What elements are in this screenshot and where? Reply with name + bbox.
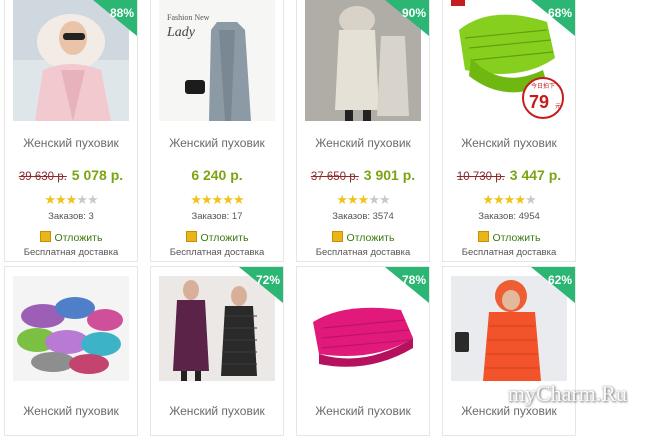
gift-icon: [331, 231, 343, 242]
rating-stars: ★★★★★: [482, 192, 536, 207]
product-title[interactable]: Женский пуховик: [5, 404, 137, 418]
wishlist-button[interactable]: Отложить: [151, 230, 283, 244]
promo-price: 79: [529, 92, 549, 112]
product-card[interactable]: 今日拍下 79 元 68% Женский пуховик 10 730 р. 3…: [442, 0, 576, 262]
current-price: 6 240 р.: [191, 167, 243, 183]
delivery-label: Бесплатная доставка: [315, 247, 411, 258]
current-price: 3 901 р.: [363, 167, 416, 183]
product-card[interactable]: Fashion New Lady Женский пуховик 6 240 р…: [150, 0, 284, 262]
price-line: 10 730 р. 3 447 р.: [443, 167, 575, 185]
discount-badge: 68%: [531, 0, 575, 36]
delivery-label: Бесплатная доставка: [461, 247, 557, 258]
rating-stars: ★★★★★: [336, 192, 390, 207]
gift-icon: [185, 231, 197, 242]
photo-caption: Fashion New: [167, 13, 210, 22]
wishlist-button[interactable]: Отложить: [297, 230, 429, 244]
rating-stars: ★★★★★: [44, 192, 98, 207]
product-photo[interactable]: Fashion New Lady: [159, 0, 275, 121]
discount-badge: 62%: [531, 267, 575, 303]
price-line: 39 630 р. 5 078 р.: [5, 167, 137, 185]
product-photo[interactable]: [13, 276, 129, 381]
wishlist-button[interactable]: Отложить: [443, 230, 575, 244]
promo-line: 今日拍下: [531, 82, 555, 90]
old-price: 37 650 р.: [310, 171, 359, 183]
orders-count: Заказов: 4954: [478, 211, 540, 222]
promo-unit: 元: [555, 103, 561, 110]
product-card[interactable]: 72% Женский пуховик: [150, 266, 284, 436]
photo-caption: Lady: [166, 25, 196, 40]
current-price: 5 078 р.: [71, 167, 124, 183]
product-card[interactable]: Женский пуховик: [4, 266, 138, 436]
product-title[interactable]: Женский пуховик: [297, 136, 429, 150]
gift-icon: [477, 231, 489, 242]
rating-stars: ★★★★★: [190, 192, 244, 207]
product-title[interactable]: Женский пуховик: [5, 136, 137, 150]
discount-badge: 88%: [93, 0, 137, 36]
orders-count: Заказов: 3: [48, 211, 94, 222]
price-line: 6 240 р.: [151, 167, 283, 185]
gift-icon: [39, 231, 51, 242]
old-price: 10 730 р.: [456, 171, 505, 183]
product-photo-image: Fashion New Lady: [159, 0, 275, 121]
delivery-label: Бесплатная доставка: [23, 247, 119, 258]
discount-badge: 78%: [385, 267, 429, 303]
product-card[interactable]: 90% Женский пуховик 37 650 р. 3 901 р. ★★…: [296, 0, 430, 262]
product-title[interactable]: Женский пуховик: [151, 404, 283, 418]
delivery-label: Бесплатная доставка: [169, 247, 265, 258]
wishlist-button[interactable]: Отложить: [5, 230, 137, 244]
product-photo-image: [13, 276, 129, 381]
current-price: 3 447 р.: [509, 167, 562, 183]
discount-badge: 72%: [239, 267, 283, 303]
old-price: 39 630 р.: [18, 171, 67, 183]
orders-count: Заказов: 17: [191, 211, 243, 222]
orders-count: Заказов: 3574: [332, 211, 394, 222]
product-title[interactable]: Женский пуховик: [443, 136, 575, 150]
price-line: 37 650 р. 3 901 р.: [297, 167, 429, 185]
discount-badge: 90%: [385, 0, 429, 36]
product-card[interactable]: 78% Женский пуховик: [296, 266, 430, 436]
product-title[interactable]: Женский пуховик: [297, 404, 429, 418]
watermark-logo: myCharm.Ru: [507, 381, 627, 406]
product-card[interactable]: 88% Женский пуховик 39 630 р. 5 078 р. ★★…: [4, 0, 138, 262]
product-card[interactable]: 62% Женский пуховик: [442, 266, 576, 436]
product-title[interactable]: Женский пуховик: [151, 136, 283, 150]
